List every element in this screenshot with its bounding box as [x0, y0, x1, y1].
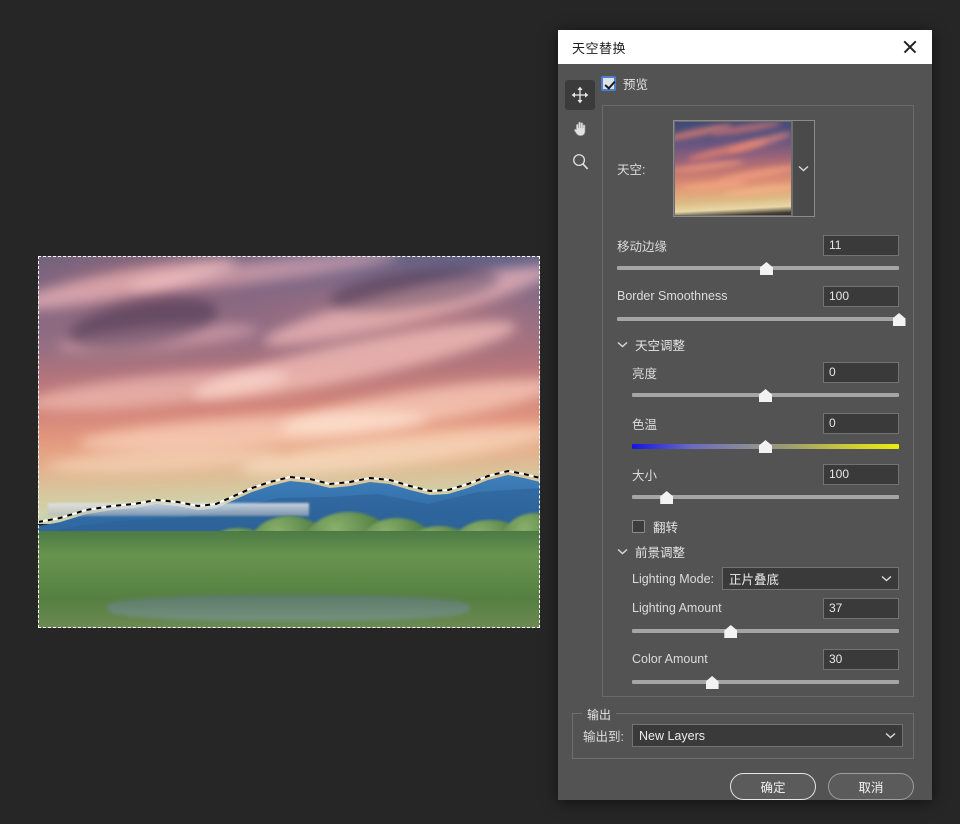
- flip-row: 翻转: [632, 517, 899, 536]
- flip-checkbox[interactable]: [632, 520, 645, 533]
- sky-thumbnail[interactable]: [674, 121, 792, 216]
- border-smoothness-input[interactable]: [823, 286, 899, 307]
- border-smoothness-slider[interactable]: [617, 311, 899, 329]
- dialog-content: 预览 天空:: [602, 74, 932, 697]
- scale-control: 大小: [632, 462, 899, 507]
- lighting-amount-input[interactable]: [823, 598, 899, 619]
- shift-edge-input[interactable]: [823, 235, 899, 256]
- hand-tool[interactable]: [565, 113, 595, 143]
- color-amount-control: Color Amount: [632, 647, 899, 692]
- lighting-amount-label: Lighting Amount: [632, 601, 722, 615]
- sky-label: 天空:: [617, 159, 663, 178]
- dialog-buttons: 确定 取消: [558, 759, 932, 800]
- brightness-slider[interactable]: [632, 387, 899, 405]
- chevron-down-icon: [617, 341, 628, 348]
- sky-dropdown-button[interactable]: [792, 121, 814, 216]
- scale-input[interactable]: [823, 464, 899, 485]
- slider-handle[interactable]: [706, 676, 719, 689]
- preview-row: 预览: [602, 74, 914, 93]
- foreground-adjust-section-header[interactable]: 前景调整: [617, 542, 899, 561]
- output-to-row: 输出到: New Layers: [583, 724, 903, 747]
- foreground-adjust-title: 前景调整: [635, 542, 685, 561]
- preview-checkbox[interactable]: [602, 77, 615, 90]
- chevron-down-icon: [881, 575, 892, 582]
- ok-button[interactable]: 确定: [730, 773, 816, 800]
- color-amount-slider[interactable]: [632, 674, 899, 692]
- photo-composite: [38, 256, 540, 628]
- move-icon: [571, 86, 589, 104]
- magnifier-icon: [571, 152, 590, 171]
- lighting-mode-select[interactable]: 正片叠底: [722, 567, 899, 590]
- foreground-adjust-body: Lighting Mode: 正片叠底 Lighting Amount: [617, 567, 899, 692]
- river: [108, 595, 469, 621]
- brightness-control: 亮度: [632, 360, 899, 405]
- slider-handle[interactable]: [760, 262, 773, 275]
- sky-adjust-body: 亮度 色温: [617, 360, 899, 536]
- slider-handle[interactable]: [759, 389, 772, 402]
- sky-picker-row: 天空:: [617, 120, 899, 217]
- lighting-mode-value: 正片叠底: [729, 569, 881, 588]
- slider-handle[interactable]: [759, 440, 772, 453]
- output-to-select[interactable]: New Layers: [632, 724, 903, 747]
- document-canvas[interactable]: [38, 256, 540, 628]
- preview-label: 预览: [623, 74, 648, 93]
- lighting-amount-control: Lighting Amount: [632, 596, 899, 641]
- scale-slider[interactable]: [632, 489, 899, 507]
- sky-preset-picker[interactable]: [673, 120, 815, 217]
- lighting-mode-row: Lighting Mode: 正片叠底: [632, 567, 899, 590]
- dialog-body: 预览 天空:: [558, 64, 932, 697]
- border-smoothness-control: Border Smoothness: [617, 284, 899, 329]
- lighting-amount-slider[interactable]: [632, 623, 899, 641]
- shift-edge-label: 移动边缘: [617, 236, 667, 255]
- move-tool[interactable]: [565, 80, 595, 110]
- lighting-mode-label: Lighting Mode:: [632, 572, 714, 586]
- sky-replacement-dialog: 天空替换: [558, 30, 932, 800]
- temperature-control: 色温: [632, 411, 899, 456]
- temperature-input[interactable]: [823, 413, 899, 434]
- color-amount-input[interactable]: [823, 649, 899, 670]
- color-amount-label: Color Amount: [632, 652, 708, 666]
- output-fieldset: 输出 输出到: New Layers: [572, 713, 914, 759]
- slider-handle[interactable]: [893, 313, 906, 326]
- border-smoothness-label: Border Smoothness: [617, 289, 727, 303]
- slider-handle[interactable]: [660, 491, 673, 504]
- output-to-label: 输出到:: [583, 726, 624, 745]
- chevron-down-icon: [798, 165, 809, 172]
- output-to-value: New Layers: [639, 729, 885, 743]
- slider-handle[interactable]: [724, 625, 737, 638]
- temperature-slider[interactable]: [632, 438, 899, 456]
- brightness-label: 亮度: [632, 363, 657, 382]
- cancel-button[interactable]: 取消: [828, 773, 914, 800]
- chevron-down-icon: [885, 732, 896, 739]
- hand-icon: [571, 119, 590, 138]
- tool-rail: [558, 74, 602, 697]
- zoom-tool[interactable]: [565, 146, 595, 176]
- scale-label: 大小: [632, 465, 657, 484]
- dialog-title: 天空替换: [572, 38, 626, 57]
- shift-edge-slider[interactable]: [617, 260, 899, 278]
- flip-label: 翻转: [653, 517, 678, 536]
- output-legend: 输出: [582, 706, 616, 723]
- shift-edge-control: 移动边缘: [617, 233, 899, 278]
- dialog-titlebar: 天空替换: [558, 30, 932, 64]
- output-section: 输出 输出到: New Layers: [558, 697, 932, 759]
- brightness-input[interactable]: [823, 362, 899, 383]
- sky-adjust-section-header[interactable]: 天空调整: [617, 335, 899, 354]
- chevron-down-icon: [617, 548, 628, 555]
- sky-adjust-title: 天空调整: [635, 335, 685, 354]
- close-icon[interactable]: [899, 36, 921, 58]
- temperature-label: 色温: [632, 414, 657, 433]
- settings-scroll-area: 天空:: [602, 105, 914, 697]
